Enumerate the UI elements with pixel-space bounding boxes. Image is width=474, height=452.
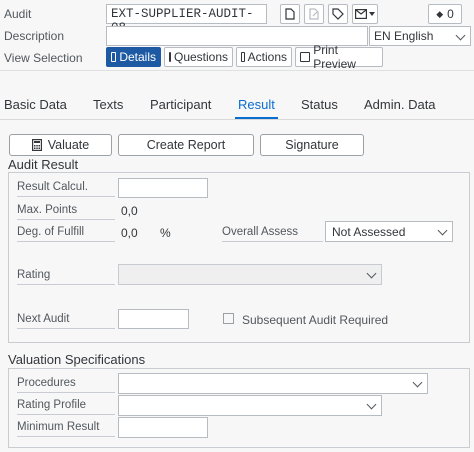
audit-label: Audit: [4, 7, 32, 21]
rating-select[interactable]: [118, 264, 382, 285]
overall-assess-label: Overall Assess: [222, 226, 323, 242]
tab-result[interactable]: Result: [238, 97, 275, 112]
minimum-result-field[interactable]: [118, 417, 208, 438]
details-label: Details: [119, 50, 156, 64]
rating-profile-label: Rating Profile: [17, 399, 115, 415]
print-preview-icon: [300, 52, 311, 62]
tag-icon[interactable]: [328, 4, 348, 24]
result-calc-label: Result Calcul.: [17, 181, 115, 197]
max-points-value: 0,0: [121, 204, 138, 218]
new-document-icon[interactable]: [280, 4, 300, 24]
overall-assess-select[interactable]: Not Assessed: [325, 221, 453, 242]
next-audit-field[interactable]: [118, 309, 189, 329]
subsequent-audit-checkbox[interactable]: [223, 313, 234, 324]
calculator-icon: [31, 139, 42, 151]
procedures-select[interactable]: [118, 373, 428, 394]
tab-admin-data[interactable]: Admin. Data: [364, 97, 436, 112]
audit-result-title: Audit Result: [8, 157, 79, 172]
subsequent-audit-label: Subsequent Audit Required: [242, 313, 389, 327]
questions-icon: [169, 52, 171, 62]
create-report-button[interactable]: Create Report: [118, 134, 254, 156]
valuate-button[interactable]: Valuate: [9, 134, 112, 156]
deg-fulfill-value: 0,0: [121, 226, 138, 240]
description-label: Description: [4, 29, 65, 43]
deg-fulfill-label: Deg. of Fulfill: [17, 226, 115, 242]
max-points-label: Max. Points: [17, 204, 115, 220]
next-audit-label: Next Audit: [17, 313, 115, 329]
actions-label: Actions: [247, 50, 287, 64]
language-value: EN English: [374, 29, 434, 43]
counter-value: 0: [447, 7, 454, 21]
tab-divider: [0, 119, 474, 120]
divider: [0, 70, 474, 71]
edit-document-icon[interactable]: [304, 4, 324, 24]
valuation-title: Valuation Specifications: [8, 352, 146, 367]
rating-label: Rating: [17, 269, 115, 285]
overall-assess-value: Not Assessed: [332, 225, 406, 239]
valuate-label: Valuate: [47, 138, 90, 152]
signature-button[interactable]: Signature: [260, 134, 364, 156]
tab-basic-data[interactable]: Basic Data: [4, 97, 67, 112]
print-preview-button[interactable]: Print Preview: [295, 43, 383, 71]
actions-view-button[interactable]: Actions: [236, 47, 292, 67]
minimum-result-label: Minimum Result: [17, 421, 115, 437]
tab-participant[interactable]: Participant: [150, 97, 211, 112]
questions-view-button[interactable]: Questions: [164, 47, 233, 67]
print-preview-label: Print Preview: [313, 43, 356, 71]
notification-counter[interactable]: ◆ 0: [428, 4, 462, 24]
actions-icon: [241, 52, 245, 62]
result-calc-field[interactable]: [118, 178, 208, 198]
rating-profile-select[interactable]: [118, 395, 382, 416]
tab-status[interactable]: Status: [301, 97, 338, 112]
language-select[interactable]: EN English: [369, 26, 471, 46]
view-selection-label: View Selection: [4, 51, 83, 65]
details-view-button[interactable]: Details: [106, 47, 161, 67]
diamond-icon: ◆: [436, 8, 444, 19]
mail-dropdown-icon[interactable]: [352, 4, 378, 24]
create-report-label: Create Report: [146, 138, 226, 152]
deg-fulfill-unit: %: [160, 226, 171, 240]
tab-texts[interactable]: Texts: [93, 97, 123, 112]
procedures-label: Procedures: [17, 377, 115, 393]
signature-label: Signature: [285, 138, 339, 152]
questions-label: Questions: [174, 50, 229, 64]
audit-field[interactable]: EXT-SUPPLIER-AUDIT-08: [106, 4, 267, 35]
details-icon: [111, 52, 117, 62]
